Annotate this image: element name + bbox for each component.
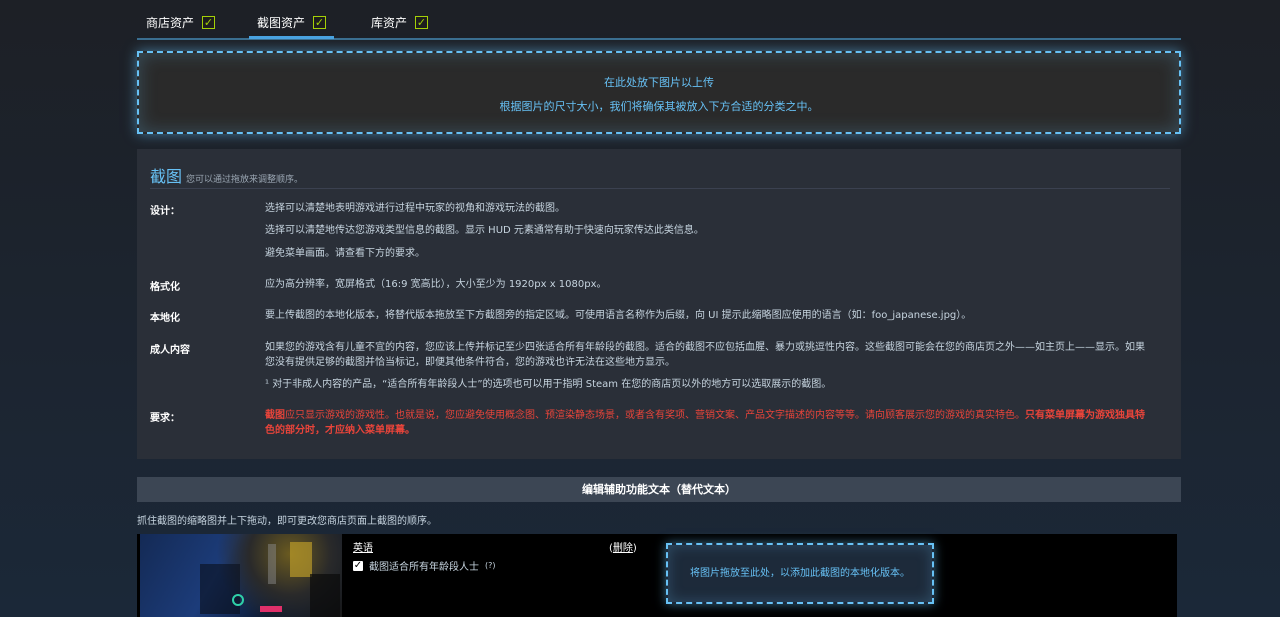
requirements-body: 应只显示游戏的游戏性。也就是说，您应避免使用概念图、预渲染静态场景，或者含有奖项… bbox=[285, 410, 1025, 421]
adult-content-note: ¹ 对于非成人内容的产品，“适合所有年龄段人士”的选项也可以用于指明 Steam… bbox=[265, 379, 832, 390]
tab-label: 商店资产 bbox=[146, 16, 195, 30]
format-label: 格式化 bbox=[150, 282, 180, 293]
screenshot-thumbnail[interactable] bbox=[140, 534, 342, 617]
all-ages-checkbox[interactable]: ✓ bbox=[353, 560, 363, 571]
tab-label: 截图资产 bbox=[257, 16, 306, 30]
tab-label: 库资产 bbox=[371, 16, 408, 30]
localization-label: 本地化 bbox=[150, 313, 180, 324]
check-icon: ✓ bbox=[202, 16, 216, 29]
adult-content-label: 成人内容 bbox=[150, 345, 190, 356]
all-ages-option: ✓ 截图适合所有年龄段人士 (?) bbox=[353, 558, 496, 573]
delete-link[interactable]: (删除) bbox=[609, 539, 637, 554]
format-text: 应为高分辨率，宽屏格式（16:9 宽高比），大小至少为 1920px x 108… bbox=[265, 279, 607, 290]
upload-title: 在此处放下图片以上传 bbox=[604, 76, 714, 89]
upload-description: 根据图片的尺寸大小，我们将确保其被放入下方合适的分类之中。 bbox=[499, 100, 819, 113]
design-line-2: 选择可以清楚地传达您游戏类型信息的截图。显示 HUD 元素通常有助于快速向玩家传… bbox=[265, 225, 704, 236]
delete-label: 删除 bbox=[612, 543, 633, 554]
adult-content-text: 如果您的游戏含有儿童不宜的内容，您应该上传并标记至少四张适合所有年龄段的截图。适… bbox=[265, 342, 1145, 368]
edit-alt-text-button[interactable]: 编辑辅助功能文本（替代文本） bbox=[137, 477, 1181, 502]
asset-tabs: 商店资产 ✓ 截图资产 ✓ 库资产 ✓ bbox=[137, 8, 1181, 40]
requirements-bold: 截图 bbox=[265, 410, 285, 421]
panel-title: 截图 bbox=[150, 167, 183, 186]
tab-store-assets[interactable]: 商店资产 ✓ bbox=[146, 8, 216, 37]
requirements-text: 截图应只显示游戏的游戏性。也就是说，您应避免使用概念图、预渲染静态场景，或者含有… bbox=[265, 408, 1145, 438]
check-icon: ✓ bbox=[313, 16, 327, 29]
help-link[interactable]: (?) bbox=[485, 561, 496, 570]
tab-library-assets[interactable]: 库资产 ✓ bbox=[371, 8, 429, 37]
thumbnail-art bbox=[200, 542, 340, 617]
all-ages-label: 截图适合所有年龄段人士 bbox=[369, 562, 479, 573]
localization-text: 要上传截图的本地化版本，将替代版本拖放至下方截图旁的指定区域。可使用语言名称作为… bbox=[265, 310, 972, 321]
language-link[interactable]: 英语 bbox=[353, 539, 373, 554]
design-line-3: 避免菜单画面。请查看下方的要求。 bbox=[265, 248, 425, 259]
reorder-hint: 抓住截图的缩略图并上下拖动，即可更改您商店页面上截图的顺序。 bbox=[137, 516, 437, 527]
panel-subtitle: 您可以通过拖放来调整顺序。 bbox=[186, 175, 304, 185]
design-line-1: 选择可以清楚地表明游戏进行过程中玩家的视角和游戏玩法的截图。 bbox=[265, 203, 565, 214]
check-icon: ✓ bbox=[415, 16, 429, 29]
upload-dropzone[interactable]: 在此处放下图片以上传 根据图片的尺寸大小，我们将确保其被放入下方合适的分类之中。 bbox=[137, 51, 1181, 134]
tab-screenshot-assets[interactable]: 截图资产 ✓ bbox=[248, 8, 335, 39]
localized-version-dropzone[interactable]: 将图片拖放至此处，以添加此截图的本地化版本。 bbox=[666, 543, 934, 604]
panel-header: 截图 您可以通过拖放来调整顺序。 bbox=[150, 163, 1170, 189]
design-label: 设计： bbox=[150, 206, 180, 217]
screenshot-guidelines-panel: 截图 您可以通过拖放来调整顺序。 设计： 选择可以清楚地表明游戏进行过程中玩家的视… bbox=[137, 149, 1181, 459]
screenshot-item: 英语 (删除) ✓ 截图适合所有年龄段人士 (?) 将图片拖放至此处，以添加此截… bbox=[137, 534, 1177, 617]
requirements-label: 要求： bbox=[150, 413, 180, 424]
